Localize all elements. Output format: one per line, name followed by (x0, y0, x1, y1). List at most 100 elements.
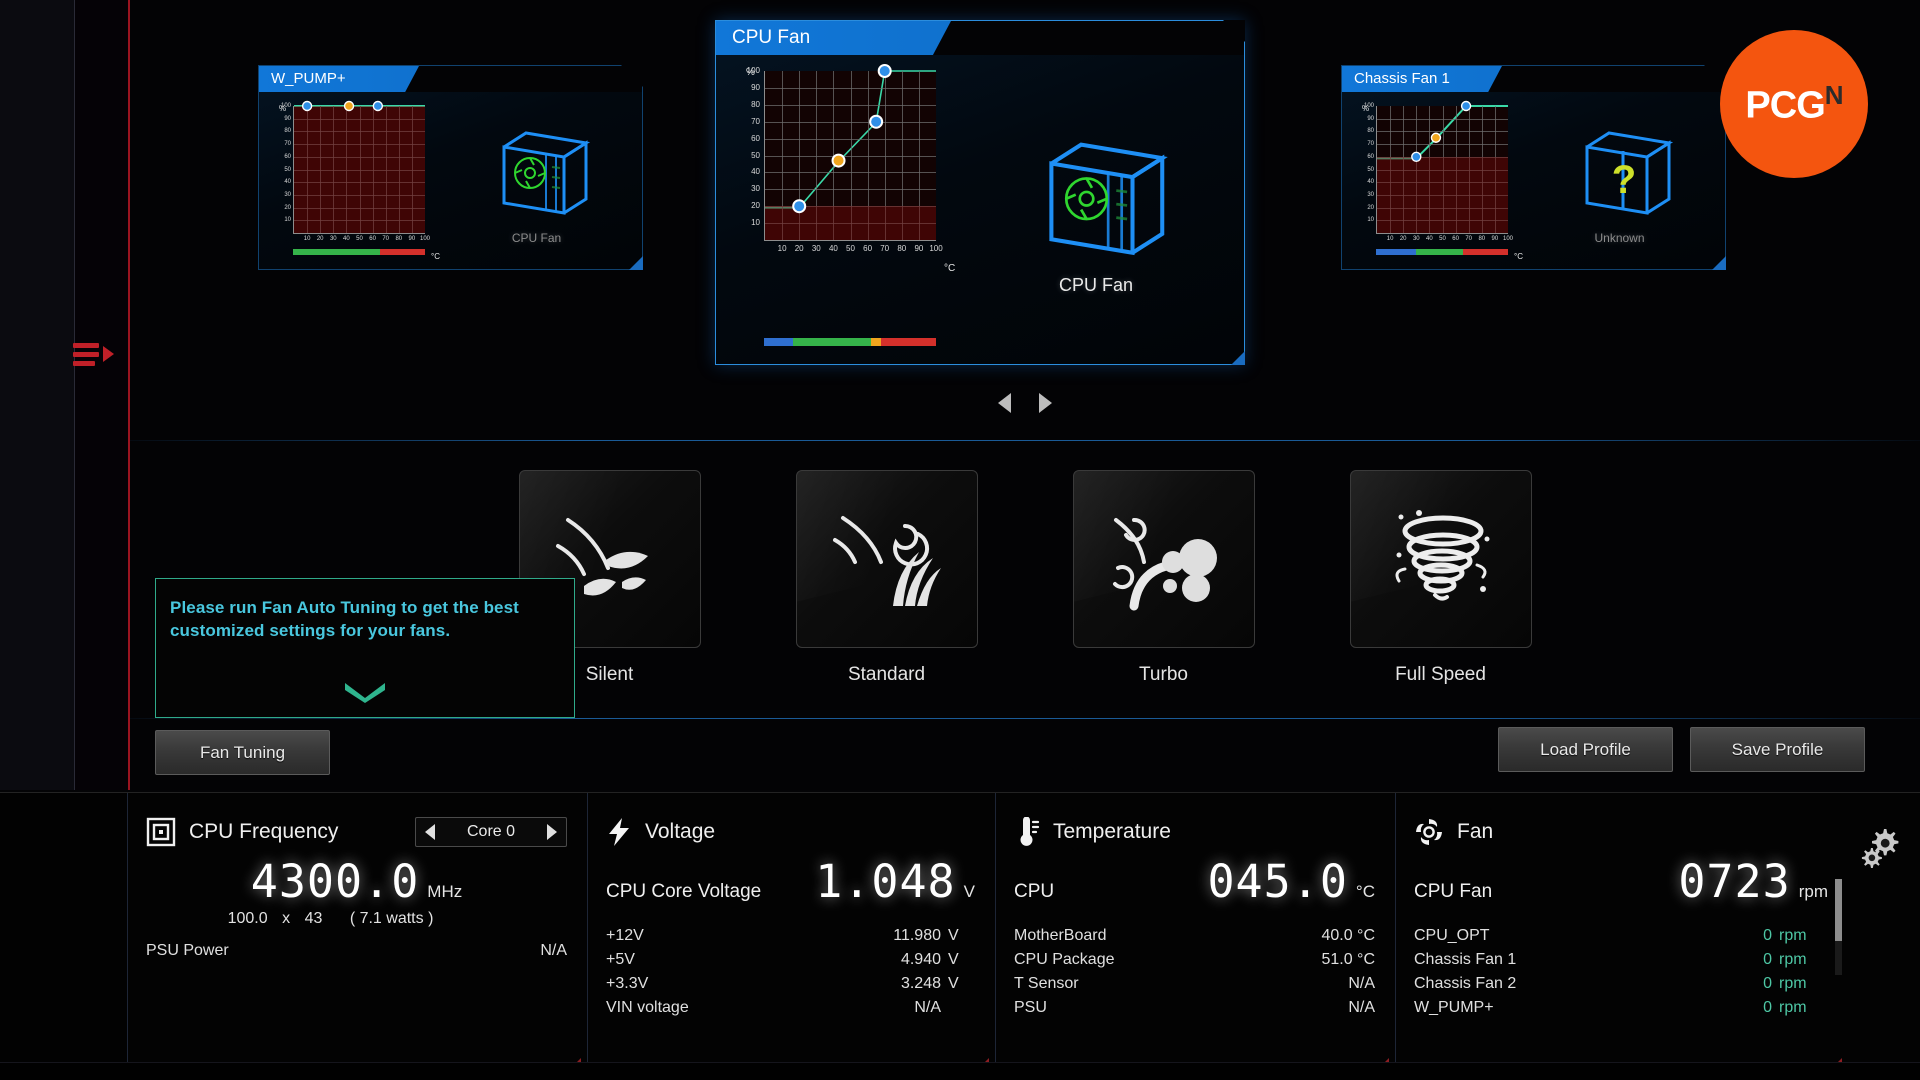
table-row: CPU Package 51.0 °C (1014, 951, 1375, 968)
curve-handle[interactable] (301, 100, 313, 112)
scrollbar-thumb[interactable] (1835, 879, 1842, 941)
section-divider (130, 440, 1920, 441)
y-axis-tick: 100 (280, 103, 291, 109)
y-axis-tick: 20 (284, 204, 291, 211)
colorbar-segment (293, 249, 381, 255)
curve-handle[interactable] (1411, 151, 1422, 162)
carousel-nav (130, 393, 1920, 413)
psu-power-row: PSU Power N/A (146, 942, 567, 960)
curve-handle[interactable] (372, 100, 384, 112)
cpu-fan-rpm-row: CPU Fan 0723 rpm (1414, 855, 1828, 908)
fan-curve-plot[interactable]: 10 20 30 40 50 60 70 80 90 100 10 20 30 40 50 60 70 80 90 1… (747, 64, 943, 253)
x-axis-tick: 10 (1386, 236, 1394, 242)
carousel-next-icon[interactable] (1039, 393, 1052, 413)
cpu-bclk: 100.0 (227, 910, 268, 927)
title-clip (1488, 66, 1725, 92)
colorbar-segment (1376, 249, 1416, 255)
core-selector[interactable]: Core 0 (415, 817, 567, 847)
panel-temperature: Temperature CPU 045.0 °C MotherBoard 40.… (996, 793, 1396, 1080)
y-axis-tick: 10 (751, 218, 760, 228)
chassis-preview: CPU Fan (431, 92, 642, 269)
panel-cpu-frequency: CPU Frequency Core 0 4300.0 MHz 100.0 x … (128, 793, 588, 1080)
fan-card-w-pump[interactable]: W_PUMP+ % 10 20 30 40 50 60 70 80 90 100 10 20 30 40 5… (258, 65, 643, 270)
x-axis-tick: 60 (369, 236, 376, 242)
svg-text:?: ? (1611, 158, 1635, 202)
cpu-watts: ( 7.1 watts ) (349, 910, 434, 927)
fan-curve-graph[interactable]: % 10 20 30 40 50 60 70 80 90 100 10 20 30 40 50 60 70 80 9… (1354, 100, 1523, 269)
core-prev-icon[interactable] (425, 824, 435, 840)
monitor-panels: CPU Frequency Core 0 4300.0 MHz 100.0 x … (128, 793, 1848, 1080)
core-next-icon[interactable] (547, 824, 557, 840)
x-axis-tick: 100 (1502, 236, 1514, 242)
curve-handle[interactable] (792, 199, 807, 214)
table-row: VIN voltage N/A (606, 999, 941, 1016)
fan-curve-graph[interactable]: % 10 20 30 40 50 60 70 80 90 100 10 20 30 40 50 60 70 80 9… (738, 64, 955, 364)
x-axis-tick: 100 (929, 244, 943, 253)
curve-handle[interactable] (1430, 132, 1442, 143)
gear-icon-glyph (1861, 829, 1899, 868)
wind-grass-icon (832, 516, 941, 606)
curve-handle[interactable] (877, 64, 892, 78)
fan-card-cpu-fan[interactable]: CPU Fan % 10 20 30 40 50 60 70 80 90 100 10 20 30 40 5… (715, 20, 1245, 365)
fan-tuning-button[interactable]: Fan Tuning (155, 730, 330, 775)
title-clip (405, 66, 642, 92)
preset-full-speed[interactable]: Full Speed (1349, 470, 1532, 720)
curve-handles[interactable] (1377, 100, 1508, 233)
temperature-colorbar (293, 249, 425, 255)
temperature-rows: MotherBoard 40.0 °C CPU Package 51.0 °C … (1014, 924, 1375, 1020)
table-row: +5V 4.940 V (606, 951, 959, 968)
fan-card-title: W_PUMP+ (259, 66, 642, 92)
chevron-down-icon[interactable] (343, 681, 387, 703)
cpu-core-voltage-unit: V (963, 882, 975, 901)
preset-tile[interactable] (795, 470, 978, 648)
cpu-temperature-row: CPU 045.0 °C (1014, 855, 1375, 908)
chassis-unknown-icon: ? (1585, 130, 1673, 215)
preset-tile[interactable] (1072, 470, 1255, 648)
fan-curve-plot[interactable]: 10 20 30 40 50 60 70 80 90 100 10 20 30 40 50 60 70 80 90 1… (1364, 100, 1513, 242)
carousel-prev-icon[interactable] (998, 393, 1011, 413)
cpu-temp-unit: °C (1355, 882, 1375, 901)
fan-card-chassis-fan-1[interactable]: Chassis Fan 1 % 10 20 30 40 50 60 70 80 90 100 10 2… (1341, 65, 1726, 270)
y-axis-tick: 30 (284, 191, 291, 198)
voltage-rows: +12V 11.980 V +5V 4.940 V +3.3V 3.248 V (606, 924, 975, 1020)
fan-list-scrollbar[interactable] (1835, 879, 1842, 975)
curve-handle[interactable] (1460, 100, 1472, 112)
cpu-core-voltage-label: CPU Core Voltage (606, 881, 762, 902)
y-axis-tick: 60 (751, 133, 760, 143)
save-profile-button[interactable]: Save Profile (1690, 727, 1865, 772)
x-axis-tick: 40 (828, 244, 838, 253)
preset-standard[interactable]: Standard (795, 470, 978, 720)
bottom-strip (0, 1062, 1920, 1080)
preset-tile[interactable] (1349, 470, 1532, 648)
x-axis-tick: 20 (1399, 236, 1407, 242)
curve-handle[interactable] (869, 114, 884, 129)
curve-handles[interactable] (294, 100, 425, 233)
pcgn-logo-text: PCGN (1745, 80, 1843, 128)
sidebar-toggle-icon[interactable] (73, 330, 121, 378)
table-row: Chassis Fan 1 0 rpm (1414, 951, 1807, 968)
x-axis-tick: 80 (1478, 236, 1486, 242)
cpu-multiplier-row: 100.0 x 43 ( 7.1 watts ) (146, 910, 567, 928)
psu-power-value: N/A (540, 942, 567, 959)
multiplier-sep: x (282, 910, 291, 927)
colorbar-segment (793, 338, 871, 346)
curve-handle[interactable] (831, 153, 846, 168)
load-profile-button[interactable]: Load Profile (1498, 727, 1673, 772)
fan-curve-graph[interactable]: % 10 20 30 40 50 60 70 80 90 100 10 20 30 40 50 60 70 80 9… (271, 100, 440, 269)
fan-card-title-text: CPU Fan (732, 27, 811, 48)
y-axis-tick: 10 (1367, 217, 1374, 224)
gear-icon[interactable] (1858, 823, 1904, 869)
preset-turbo[interactable]: Turbo (1072, 470, 1255, 720)
y-axis-tick: 90 (751, 82, 760, 92)
curve-handles[interactable] (765, 64, 936, 240)
y-axis-tick: 20 (1367, 204, 1374, 211)
preview-label: CPU Fan (511, 230, 562, 245)
panel-header: Voltage (606, 815, 975, 849)
curve-handle[interactable] (343, 100, 355, 112)
x-axis-tick: 20 (794, 244, 804, 253)
fan-curve-plot[interactable]: 10 20 30 40 50 60 70 80 90 100 10 20 30 40 50 60 70 80 90 1… (281, 100, 430, 242)
x-axis-tick: 10 (303, 236, 311, 242)
chevron-right-icon (103, 346, 114, 362)
x-axis-tick: 70 (880, 244, 890, 253)
x-axis-tick: 40 (1426, 236, 1433, 242)
